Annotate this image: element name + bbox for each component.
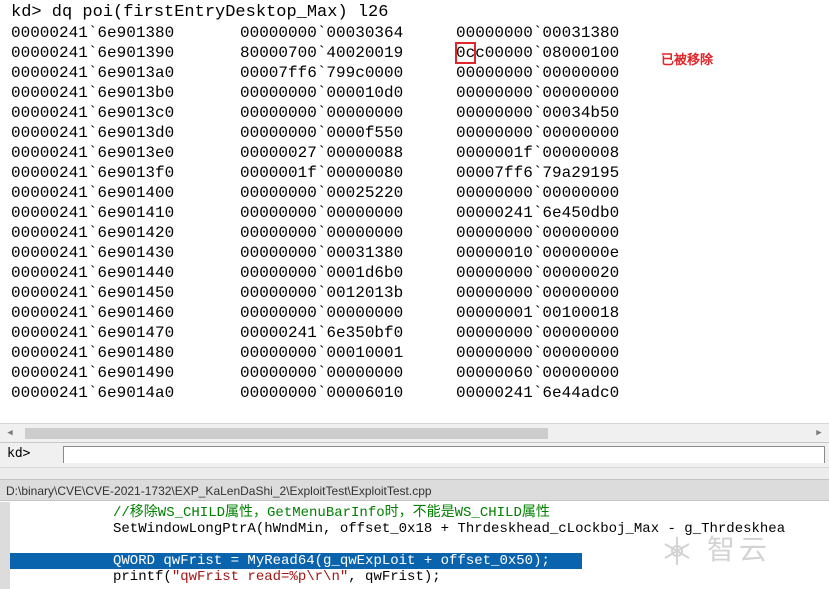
- memory-address: 00000241`6e901470: [11, 324, 175, 342]
- removed-annotation: 已被移除: [661, 53, 714, 68]
- memory-qword-1: 00000241`6e350bf0: [240, 324, 404, 342]
- memory-qword-2: 00007ff6`79a29195: [456, 163, 619, 183]
- memory-qword-2: 00000000`00000000: [456, 323, 619, 343]
- memory-qword-2-value: 00000010`0000000e: [456, 244, 620, 262]
- source-file-path: D:\binary\CVE\CVE-2021-1732\EXP_KaLenDaS…: [0, 479, 829, 501]
- memory-qword-1: 00000000`00000000: [240, 204, 404, 222]
- memory-qword-1: 00000000`00000000: [240, 304, 404, 322]
- memory-address: 00000241`6e901440: [11, 264, 175, 282]
- debugger-command-line: kd> dq poi(firstEntryDesktop_Max) l26: [11, 3, 389, 22]
- horizontal-scrollbar[interactable]: ◀ ▶: [0, 423, 829, 442]
- memory-qword-2-value: 0000001f`00000008: [456, 144, 620, 162]
- memory-qword-2-value: 00000000`00000000: [456, 284, 620, 302]
- memory-qword-2: 0cc00000`08000100: [454, 42, 620, 64]
- memory-qword-1: 00000000`00030364: [240, 24, 404, 42]
- memory-qword-1: 00000000`00006010: [240, 384, 404, 402]
- code-line[interactable]: //移除WS_CHILD属性，GetMenuBarInfo时，不能是WS_CHI…: [10, 505, 829, 521]
- memory-qword-2: 00000010`0000000e: [456, 243, 619, 263]
- memory-address: 00000241`6e9013c0: [11, 104, 175, 122]
- memory-address: 00000241`6e9013b0: [11, 84, 175, 102]
- memory-qword-2-value: 00000000`00000000: [456, 344, 620, 362]
- memory-qword-1: 00000000`00010001: [240, 344, 404, 362]
- memory-address: 00000241`6e901390: [11, 44, 175, 62]
- watermark-logo-icon: [664, 537, 690, 565]
- scroll-left-icon[interactable]: ◀: [5, 427, 15, 439]
- memory-address: 00000241`6e901450: [11, 284, 175, 302]
- memory-qword-2-value: 00000000`00000020: [456, 264, 620, 282]
- memory-address: 00000241`6e901420: [11, 224, 175, 242]
- memory-qword-2: 00000241`6e44adc0: [456, 383, 619, 403]
- debugger-output-pane: kd> dq poi(firstEntryDesktop_Max) l26 00…: [0, 0, 829, 423]
- memory-qword-1: 00000000`0012013b: [240, 284, 404, 302]
- memory-address: 00000241`6e901410: [11, 204, 175, 222]
- memory-qword-2: 00000000`00031380: [456, 23, 619, 43]
- memory-qword-2: 00000000`00000000: [456, 83, 619, 103]
- command-bar: kd>: [0, 442, 829, 467]
- memory-qword-1: 0000001f`00000080: [240, 164, 404, 182]
- memory-qword-2-value: 00000000`00000000: [456, 224, 620, 242]
- memory-qword-2: 00000001`00100018: [456, 303, 619, 323]
- code-comment: //移除WS_CHILD属性，GetMenuBarInfo时，不能是WS_CHI…: [113, 505, 550, 521]
- memory-qword-2-value: 00000241`6e450db0: [456, 204, 620, 222]
- memory-address: 00000241`6e9014a0: [11, 384, 175, 402]
- memory-qword-1: 00000000`00025220: [240, 184, 404, 202]
- code-call: printf(: [113, 569, 172, 585]
- memory-address: 00000241`6e9013f0: [11, 164, 175, 182]
- memory-qword-1: 00000027`00000088: [240, 144, 404, 162]
- memory-address: 00000241`6e901480: [11, 344, 175, 362]
- memory-qword-1: 00000000`00000000: [240, 224, 404, 242]
- memory-qword-2: 00000060`00000000: [456, 363, 619, 383]
- memory-address: 00000241`6e901460: [11, 304, 175, 322]
- memory-address: 00000241`6e9013a0: [11, 64, 175, 82]
- memory-address: 00000241`6e901400: [11, 184, 175, 202]
- memory-qword-1: 00007ff6`799c0000: [240, 64, 404, 82]
- memory-qword-2: 00000241`6e450db0: [456, 203, 619, 223]
- code-line[interactable]: printf("qwFrist read=%p\r\n", qwFrist);: [10, 569, 829, 585]
- memory-qword-2-value: 00000000`00000000: [456, 184, 620, 202]
- memory-address: 00000241`6e9013d0: [11, 124, 175, 142]
- memory-qword-2: 00000000`00000000: [456, 63, 619, 83]
- memory-qword-2: 00000000`00000000: [456, 343, 619, 363]
- memory-qword-2-value: 00000000`00031380: [456, 24, 620, 42]
- memory-qword-1: 00000000`000010d0: [240, 84, 404, 102]
- memory-qword-2-value: c00000`08000100: [475, 44, 620, 62]
- memory-qword-2: 00000000`00000020: [456, 263, 619, 283]
- command-prompt: kd>: [7, 446, 31, 461]
- command-input[interactable]: [63, 446, 825, 463]
- scrollbar-thumb[interactable]: [25, 428, 548, 439]
- memory-qword-2-value: 00000060`00000000: [456, 364, 620, 382]
- memory-qword-2-value: 00007ff6`79a29195: [456, 164, 620, 182]
- memory-qword-2-value: 00000241`6e44adc0: [456, 384, 620, 402]
- memory-qword-2: 00000000`00034b50: [456, 103, 619, 123]
- scroll-right-icon[interactable]: ▶: [814, 427, 824, 439]
- memory-qword-2: 00000000`00000000: [456, 223, 619, 243]
- memory-address: 00000241`6e9013e0: [11, 144, 175, 162]
- memory-qword-1: 00000000`00000000: [240, 104, 404, 122]
- memory-qword-1: 80000700`40020019: [240, 44, 404, 62]
- watermark-text: 智云: [706, 533, 771, 566]
- code-string-literal: "qwFrist read=%p\r\n": [171, 569, 349, 585]
- memory-qword-2-value: 00000000`00000000: [456, 64, 620, 82]
- memory-qword-2-value: 00000000`00034b50: [456, 104, 620, 122]
- memory-address: 00000241`6e901430: [11, 244, 175, 262]
- watermark: 智云: [660, 528, 820, 568]
- memory-qword-1: 00000000`00000000: [240, 364, 404, 382]
- memory-qword-2-value: 00000001`00100018: [456, 304, 620, 322]
- memory-qword-1: 00000000`0001d6b0: [240, 264, 404, 282]
- memory-qword-2-value: 00000000`00000000: [456, 324, 620, 342]
- memory-address: 00000241`6e901490: [11, 364, 175, 382]
- memory-qword-2: 00000000`00000000: [456, 183, 619, 203]
- selected-code-text: QWORD qwFrist = MyRead64(g_qwExpLoit + o…: [113, 553, 550, 569]
- memory-qword-1: 00000000`0000f550: [240, 124, 404, 142]
- code-line-selected[interactable]: QWORD qwFrist = MyRead64(g_qwExpLoit + o…: [10, 553, 582, 569]
- memory-qword-2: 0000001f`00000008: [456, 143, 619, 163]
- memory-qword-2-value: 00000000`00000000: [456, 124, 620, 142]
- memory-qword-2: 00000000`00000000: [456, 123, 619, 143]
- memory-qword-1: 00000000`00031380: [240, 244, 404, 262]
- code-args: , qwFrist);: [348, 569, 441, 585]
- memory-address: 00000241`6e901380: [11, 24, 175, 42]
- highlighted-byte: 0c: [454, 42, 477, 64]
- memory-qword-2: 00000000`00000000: [456, 283, 619, 303]
- memory-qword-2-value: 00000000`00000000: [456, 84, 620, 102]
